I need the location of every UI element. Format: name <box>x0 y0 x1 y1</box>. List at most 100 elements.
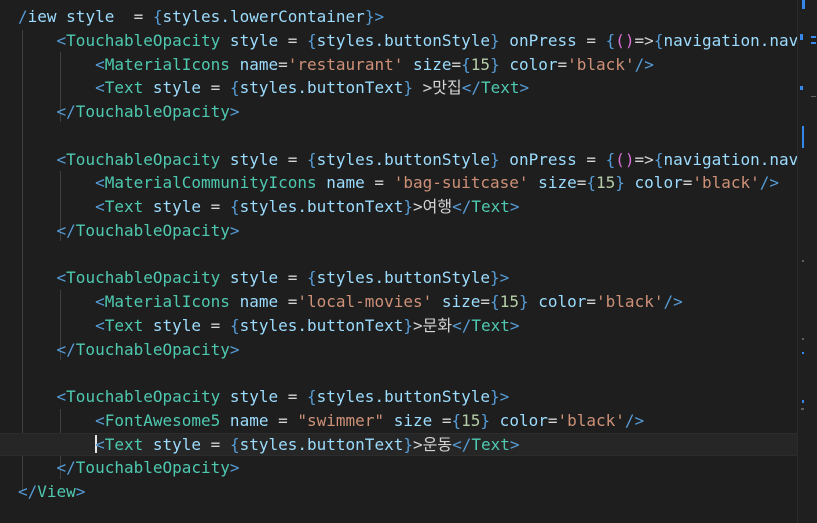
tag-delimiter: > <box>509 315 520 335</box>
attribute-token: styles.buttonStyle <box>316 268 491 288</box>
minimap-mark <box>801 408 804 410</box>
attribute-token: size <box>384 410 442 430</box>
tag-delimiter: /> <box>759 173 780 193</box>
attribute-token: size <box>528 173 577 193</box>
plain-token: => <box>634 149 654 169</box>
brace-token: { <box>229 197 240 216</box>
code-line[interactable]: <MaterialIcons name ='local-movies' size… <box>18 290 683 314</box>
component-name: MaterialIcons <box>104 292 230 311</box>
attribute-token: color <box>528 292 587 311</box>
brace-token: { <box>605 149 616 169</box>
tag-delimiter: </ <box>452 197 472 216</box>
attribute-token: color <box>499 54 558 74</box>
paren-token: () <box>615 30 635 50</box>
component-name: Text <box>471 197 510 216</box>
plain-token: = <box>557 54 568 74</box>
component-name: View <box>37 482 76 501</box>
tag-delimiter: > <box>229 102 240 121</box>
tag-delimiter: > <box>374 7 385 26</box>
code-line[interactable]: <TouchableOpacity style = {styles.button… <box>18 148 797 172</box>
attribute-token: style <box>220 387 288 406</box>
tag-delimiter: < <box>95 434 105 454</box>
code-line[interactable]: </TouchableOpacity> <box>18 338 240 362</box>
code-line[interactable]: <MaterialCommunityIcons name = 'bag-suit… <box>18 171 779 195</box>
tag-delimiter: > <box>229 458 240 478</box>
plain-token: = <box>682 173 693 193</box>
code-editor[interactable]: /iew style = {styles.lowerContainer}> <T… <box>0 0 797 523</box>
string-literal: 'black' <box>596 292 664 311</box>
code-line[interactable]: </TouchableOpacity> <box>18 219 240 243</box>
attribute-token: styles.buttonText <box>239 78 404 98</box>
plain-token: = <box>374 173 394 193</box>
attribute-token: onPress <box>499 30 587 50</box>
code-line[interactable]: </TouchableOpacity> <box>18 456 240 480</box>
code-line[interactable]: <MaterialIcons name='restaurant' size={1… <box>18 53 654 77</box>
brace-token: } <box>490 30 500 50</box>
minimap-mark <box>811 36 816 38</box>
brace-token: } <box>615 173 625 193</box>
attribute-token: name <box>220 410 279 430</box>
plain-token: = <box>586 149 606 169</box>
tag-delimiter: </ <box>56 458 76 478</box>
plain-token: >여행 <box>412 197 453 216</box>
tag-delimiter: > <box>499 387 510 406</box>
tag-delimiter: /> <box>624 410 645 430</box>
attribute-token: styles.buttonText <box>239 315 404 335</box>
string-literal: 'black' <box>567 54 635 74</box>
component-name: TouchableOpacity <box>75 220 230 240</box>
code-line[interactable]: <Text style = {styles.buttonText}>운동</Te… <box>0 432 797 457</box>
tag-delimiter: < <box>95 197 105 216</box>
tag-delimiter: / <box>18 7 28 26</box>
attribute-token: styles.buttonStyle <box>316 387 491 406</box>
tag-delimiter: < <box>95 54 105 74</box>
minimap-mark <box>811 42 816 44</box>
brace-token: { <box>152 7 163 26</box>
attribute-token: navigation.navi <box>663 149 797 169</box>
code-line[interactable]: </View> <box>18 480 85 504</box>
tag-delimiter: < <box>95 315 105 335</box>
tag-delimiter: /> <box>634 54 654 74</box>
code-line[interactable]: <FontAwesome5 name = "swimmer" size ={15… <box>18 409 644 433</box>
code-line[interactable]: /iew style = {styles.lowerContainer}> <box>18 5 384 29</box>
code-line[interactable]: <TouchableOpacity style = {styles.button… <box>18 266 510 290</box>
tag-delimiter: < <box>56 268 67 288</box>
attribute-token: style <box>220 149 288 169</box>
minimap[interactable] <box>797 0 817 523</box>
code-line[interactable]: <Text style = {styles.buttonText}>여행</Te… <box>18 195 519 219</box>
tag-delimiter: < <box>56 30 67 50</box>
brace-token: { <box>605 30 616 50</box>
brace-token: { <box>461 54 471 74</box>
plain-token: >맛집 <box>412 78 462 98</box>
code-line[interactable]: <Text style = {styles.buttonText} >맛집</T… <box>18 76 529 100</box>
tag-delimiter: < <box>95 410 105 430</box>
tag-delimiter: > <box>499 268 510 288</box>
attribute-token: onPress <box>499 149 587 169</box>
brace-token: { <box>653 149 664 169</box>
brace-token: { <box>307 387 317 406</box>
code-line[interactable]: <TouchableOpacity style = {styles.button… <box>18 29 797 53</box>
brace-token: { <box>307 30 317 50</box>
code-line[interactable]: </TouchableOpacity> <box>18 100 240 124</box>
attribute-token: style <box>143 197 211 216</box>
attribute-token: styles.buttonText <box>239 197 404 216</box>
minimap-mark <box>802 338 804 340</box>
component-name: FontAwesome5 <box>104 410 221 430</box>
attribute-token: color <box>624 173 683 193</box>
tag-delimiter: </ <box>56 339 76 359</box>
plain-token: => <box>634 30 654 50</box>
tag-delimiter: /> <box>663 292 683 311</box>
code-line[interactable]: <TouchableOpacity style = {styles.button… <box>18 385 510 409</box>
attribute-token: style <box>143 315 211 335</box>
plain-token: = <box>123 7 153 26</box>
string-literal: "swimmer" <box>297 410 385 430</box>
plain-token: = <box>576 173 587 193</box>
plain-token: >문화 <box>412 315 453 335</box>
minimap-mark <box>802 126 804 148</box>
code-line[interactable]: <Text style = {styles.buttonText}>문화</Te… <box>18 314 520 338</box>
